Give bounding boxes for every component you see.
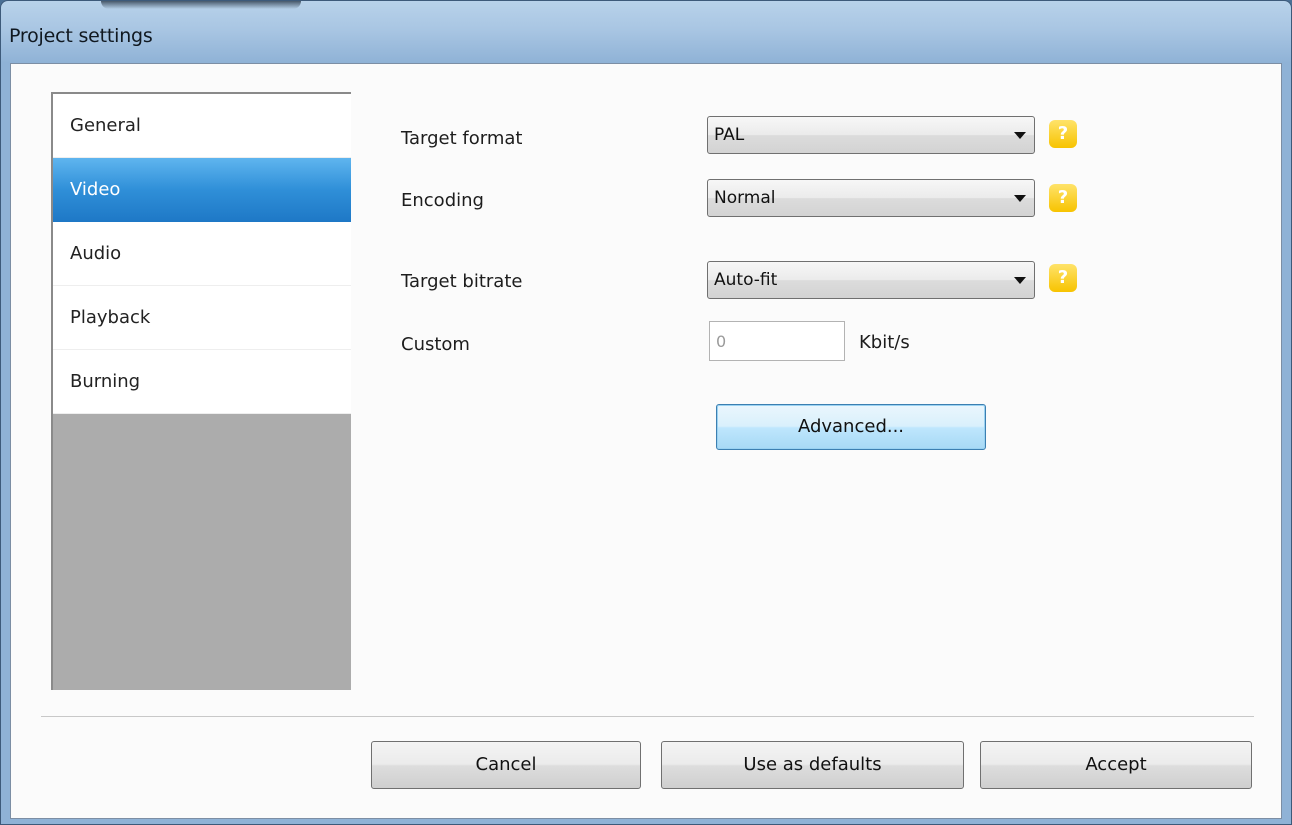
cancel-button[interactable]: Cancel bbox=[371, 741, 641, 789]
help-icon[interactable]: ? bbox=[1049, 120, 1077, 148]
nav-item-video[interactable]: Video bbox=[53, 158, 351, 222]
accept-button[interactable]: Accept bbox=[980, 741, 1252, 789]
target-format-value: PAL bbox=[714, 125, 745, 145]
dialog-client-area: General Video Audio Playback Burning Tar… bbox=[10, 63, 1282, 819]
custom-bitrate-box bbox=[709, 321, 845, 361]
target-format-dropdown[interactable]: PAL bbox=[707, 116, 1035, 154]
encoding-value: Normal bbox=[714, 188, 776, 208]
project-settings-window: Project settings General Video Audio Pla… bbox=[0, 0, 1292, 825]
target-bitrate-label: Target bitrate bbox=[401, 271, 523, 292]
help-icon[interactable]: ? bbox=[1049, 264, 1077, 292]
chevron-down-icon bbox=[1014, 195, 1026, 202]
settings-category-list: General Video Audio Playback Burning bbox=[51, 92, 351, 690]
chevron-down-icon bbox=[1014, 277, 1026, 284]
encoding-label: Encoding bbox=[401, 190, 484, 211]
help-icon[interactable]: ? bbox=[1049, 184, 1077, 212]
nav-item-playback[interactable]: Playback bbox=[53, 286, 351, 350]
custom-bitrate-input[interactable] bbox=[710, 322, 844, 360]
nav-item-general[interactable]: General bbox=[53, 94, 351, 158]
target-bitrate-dropdown[interactable]: Auto-fit bbox=[707, 261, 1035, 299]
chevron-down-icon bbox=[1014, 132, 1026, 139]
custom-unit-label: Kbit/s bbox=[859, 332, 910, 353]
custom-label: Custom bbox=[401, 334, 470, 355]
target-bitrate-value: Auto-fit bbox=[714, 270, 778, 290]
nav-item-audio[interactable]: Audio bbox=[53, 222, 351, 286]
titlebar-decoration bbox=[101, 1, 301, 9]
footer-separator bbox=[41, 716, 1254, 717]
encoding-dropdown[interactable]: Normal bbox=[707, 179, 1035, 217]
use-as-defaults-button[interactable]: Use as defaults bbox=[661, 741, 964, 789]
window-title: Project settings bbox=[9, 25, 153, 47]
nav-item-burning[interactable]: Burning bbox=[53, 350, 351, 414]
advanced-button[interactable]: Advanced... bbox=[716, 404, 986, 450]
target-format-label: Target format bbox=[401, 128, 523, 149]
